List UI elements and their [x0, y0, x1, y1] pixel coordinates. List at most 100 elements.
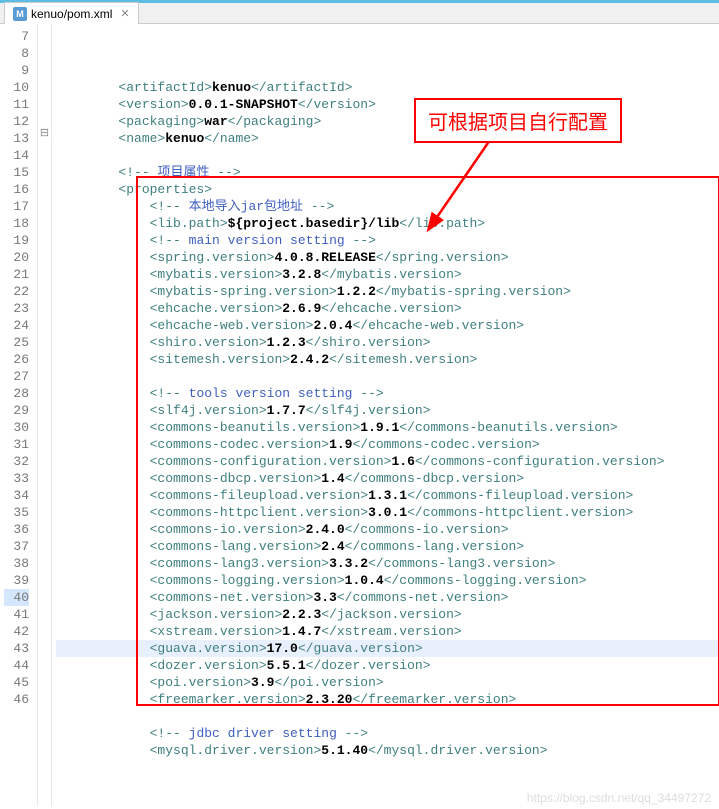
code-line: <slf4j.version>1.7.7</slf4j.version> [56, 402, 719, 419]
line-number: 20 [4, 249, 29, 266]
fold-spacer [38, 211, 51, 228]
code-line: <mybatis.version>3.2.8</mybatis.version> [56, 266, 719, 283]
code-line: <properties> [56, 181, 719, 198]
line-number: 39 [4, 572, 29, 589]
fold-spacer [38, 500, 51, 517]
fold-spacer [38, 330, 51, 347]
line-number: 12 [4, 113, 29, 130]
code-line: <commons-configuration.version>1.6</comm… [56, 453, 719, 470]
code-line [56, 708, 719, 725]
code-line: <poi.version>3.9</poi.version> [56, 674, 719, 691]
code-line: <!-- jdbc driver setting --> [56, 725, 719, 742]
line-number: 26 [4, 351, 29, 368]
code-line: <guava.version>17.0</guava.version> [56, 640, 719, 657]
fold-spacer [38, 24, 51, 41]
active-tab[interactable]: M kenuo/pom.xml ✕ [4, 2, 139, 24]
fold-spacer [38, 92, 51, 109]
code-line: <commons-lang3.version>3.3.2</commons-la… [56, 555, 719, 572]
fold-spacer [38, 279, 51, 296]
code-line: <commons-codec.version>1.9</commons-code… [56, 436, 719, 453]
line-number: 43 [4, 640, 29, 657]
code-line [56, 368, 719, 385]
code-line: <xstream.version>1.4.7</xstream.version> [56, 623, 719, 640]
code-line: <!-- tools version setting --> [56, 385, 719, 402]
line-number: 7 [4, 28, 29, 45]
code-line: <!-- main version setting --> [56, 232, 719, 249]
line-number: 44 [4, 657, 29, 674]
watermark: https://blog.csdn.net/qq_34497272 [527, 791, 711, 805]
fold-spacer [38, 449, 51, 466]
fold-spacer [38, 364, 51, 381]
fold-spacer [38, 636, 51, 653]
fold-spacer [38, 160, 51, 177]
line-number: 14 [4, 147, 29, 164]
close-icon[interactable]: ✕ [120, 7, 129, 20]
fold-spacer [38, 398, 51, 415]
line-number: 29 [4, 402, 29, 419]
line-number: 28 [4, 385, 29, 402]
code-line: <mysql.driver.version>5.1.40</mysql.driv… [56, 742, 719, 759]
line-number: 23 [4, 300, 29, 317]
line-number: 10 [4, 79, 29, 96]
code-line: <commons-lang.version>2.4</commons-lang.… [56, 538, 719, 555]
line-number: 46 [4, 691, 29, 708]
line-number: 11 [4, 96, 29, 113]
fold-spacer [38, 466, 51, 483]
fold-spacer [38, 109, 51, 126]
code-line: <ehcache.version>2.6.9</ehcache.version> [56, 300, 719, 317]
line-number: 45 [4, 674, 29, 691]
tab-filename: kenuo/pom.xml [31, 7, 112, 21]
line-number: 22 [4, 283, 29, 300]
line-number: 40 [4, 589, 29, 606]
fold-column [38, 24, 52, 806]
line-number: 38 [4, 555, 29, 572]
fold-spacer [38, 228, 51, 245]
line-number: 17 [4, 198, 29, 215]
line-number: 31 [4, 436, 29, 453]
line-number: 24 [4, 317, 29, 334]
line-number: 35 [4, 504, 29, 521]
fold-spacer [38, 245, 51, 262]
xml-file-icon: M [13, 7, 27, 21]
code-line: <mybatis-spring.version>1.2.2</mybatis-s… [56, 283, 719, 300]
fold-spacer [38, 517, 51, 534]
line-number: 34 [4, 487, 29, 504]
fold-spacer [38, 75, 51, 92]
line-number: 21 [4, 266, 29, 283]
fold-spacer [38, 653, 51, 670]
fold-spacer [38, 262, 51, 279]
line-number: 19 [4, 232, 29, 249]
code-line: <commons-io.version>2.4.0</commons-io.ve… [56, 521, 719, 538]
fold-spacer [38, 619, 51, 636]
line-number: 42 [4, 623, 29, 640]
code-line: <!-- 项目属性 --> [56, 164, 719, 181]
fold-spacer [38, 177, 51, 194]
code-line: <freemarker.version>2.3.20</freemarker.v… [56, 691, 719, 708]
fold-spacer [38, 585, 51, 602]
fold-spacer [38, 194, 51, 211]
fold-spacer [38, 313, 51, 330]
code-line: <ehcache-web.version>2.0.4</ehcache-web.… [56, 317, 719, 334]
annotation-callout: 可根据项目自行配置 [414, 98, 622, 143]
line-number: 32 [4, 453, 29, 470]
line-number: 9 [4, 62, 29, 79]
fold-spacer [38, 687, 51, 704]
line-number: 18 [4, 215, 29, 232]
fold-spacer [38, 432, 51, 449]
fold-spacer [38, 568, 51, 585]
line-number: 13 [4, 130, 29, 147]
line-number: 33 [4, 470, 29, 487]
code-line: <commons-fileupload.version>1.3.1</commo… [56, 487, 719, 504]
fold-spacer [38, 41, 51, 58]
line-number: 41 [4, 606, 29, 623]
line-number-gutter: 7891011121314151617181920212223242526272… [0, 24, 38, 806]
code-line: <lib.path>${project.basedir}/lib</lib.pa… [56, 215, 719, 232]
fold-spacer [38, 670, 51, 687]
line-number: 37 [4, 538, 29, 555]
code-line: <shiro.version>1.2.3</shiro.version> [56, 334, 719, 351]
fold-spacer [38, 551, 51, 568]
fold-spacer [38, 602, 51, 619]
fold-spacer [38, 143, 51, 160]
fold-toggle-icon[interactable] [38, 126, 51, 143]
code-line: <spring.version>4.0.8.RELEASE</spring.ve… [56, 249, 719, 266]
